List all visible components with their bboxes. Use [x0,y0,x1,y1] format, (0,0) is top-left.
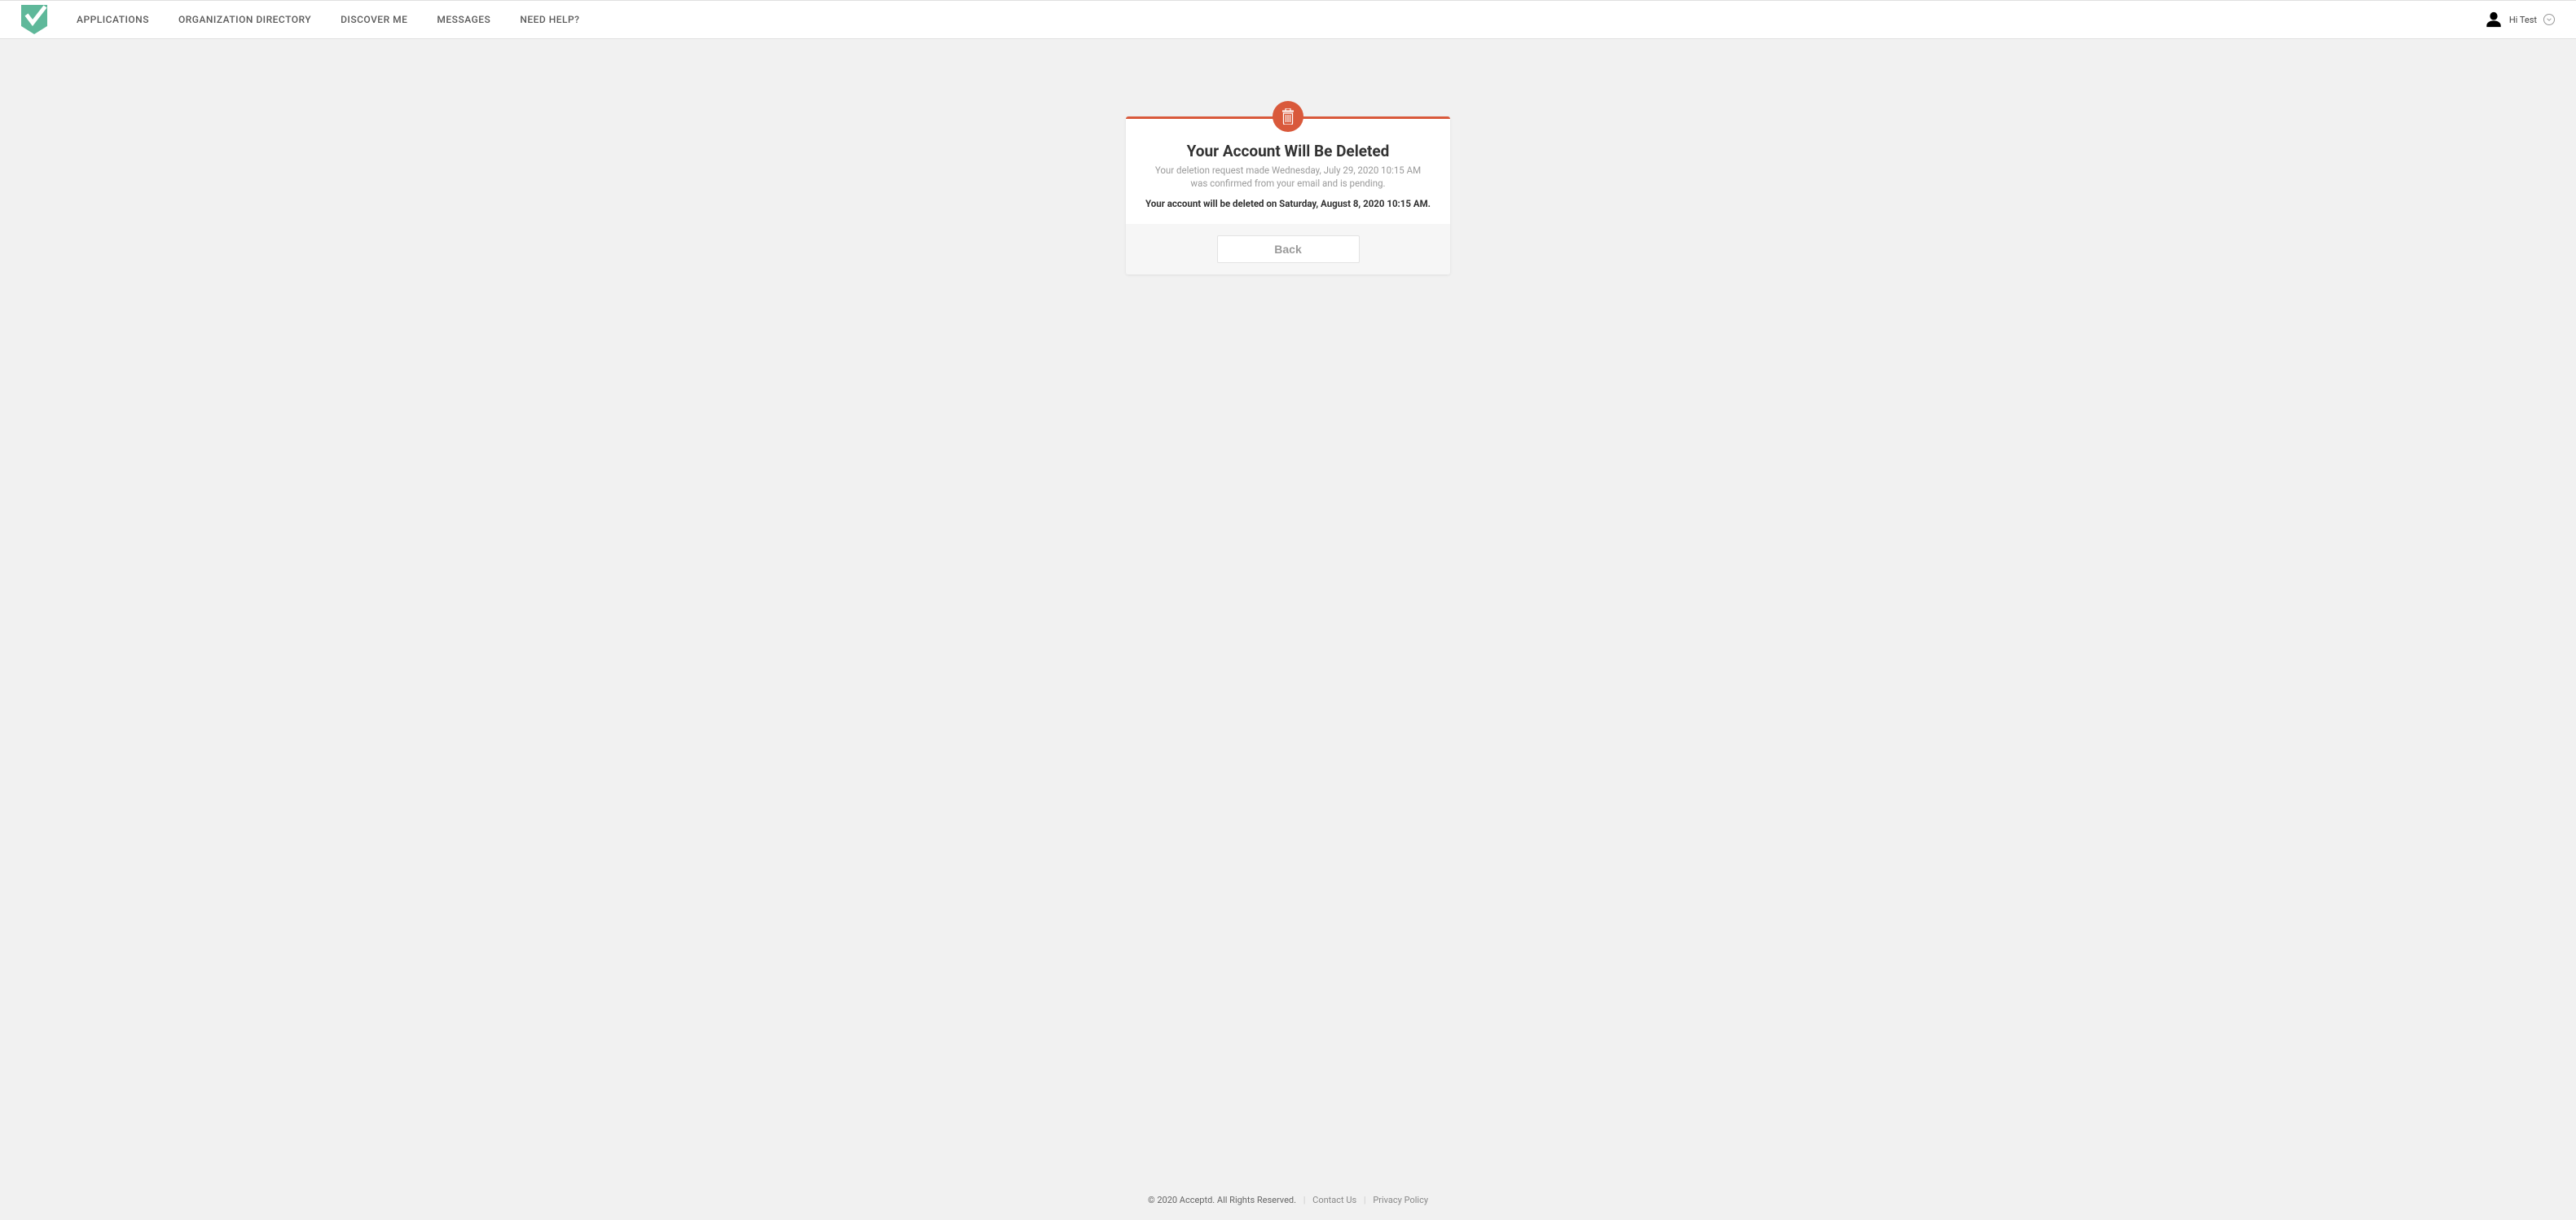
trash-icon [1273,101,1303,132]
card-scheduled-text: Your account will be deleted on Saturday… [1145,198,1431,209]
user-greeting: Hi Test [2509,15,2537,25]
nav-applications[interactable]: APPLICATIONS [77,14,149,25]
user-menu[interactable]: Hi Test [2485,11,2555,29]
chevron-down-icon [2543,14,2555,25]
nav-organization-directory[interactable]: ORGANIZATION DIRECTORY [178,14,311,25]
footer-separator: | [1364,1195,1366,1205]
footer: © 2020 Acceptd. All Rights Reserved. | C… [0,1185,2576,1220]
deletion-card: Your Account Will Be Deleted Your deleti… [1126,116,1450,274]
header: APPLICATIONS ORGANIZATION DIRECTORY DISC… [0,0,2576,39]
card-body: Your Account Will Be Deleted Your deleti… [1126,119,1450,224]
card-footer: Back [1126,224,1450,274]
nav-discover-me[interactable]: DISCOVER ME [341,14,407,25]
logo[interactable] [21,5,47,34]
footer-contact-link[interactable]: Contact Us [1312,1195,1356,1205]
footer-separator: | [1303,1195,1306,1205]
deletion-card-wrapper: Your Account Will Be Deleted Your deleti… [1126,116,1450,1185]
card-title: Your Account Will Be Deleted [1145,142,1431,160]
main-nav: APPLICATIONS ORGANIZATION DIRECTORY DISC… [77,14,579,25]
nav-need-help[interactable]: NEED HELP? [520,14,579,25]
footer-copyright: © 2020 Acceptd. All Rights Reserved. [1148,1195,1296,1205]
card-description: Your deletion request made Wednesday, Ju… [1145,164,1431,190]
main-content: Your Account Will Be Deleted Your deleti… [0,39,2576,1185]
nav-messages[interactable]: MESSAGES [437,14,490,25]
back-button[interactable]: Back [1217,235,1360,263]
avatar-icon [2485,11,2503,29]
footer-privacy-link[interactable]: Privacy Policy [1373,1195,1428,1205]
